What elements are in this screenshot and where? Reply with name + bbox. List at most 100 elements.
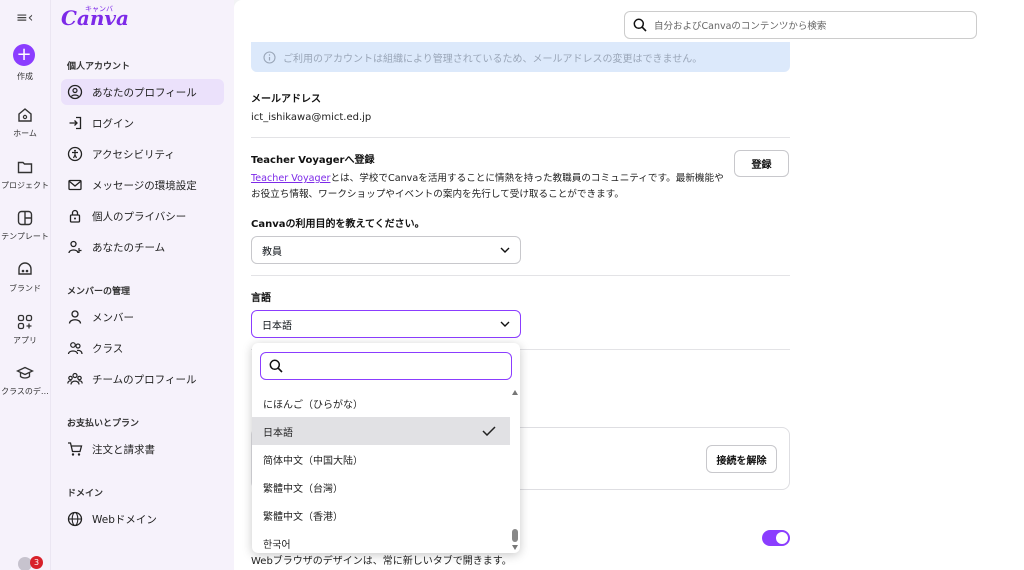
- search-icon: [633, 18, 647, 32]
- sidebar-item-classes[interactable]: クラス: [61, 335, 224, 361]
- email-value: ict_ishikawa@mict.ed.jp: [251, 112, 372, 123]
- canva-logo-kana: キャンバ: [85, 5, 113, 13]
- rail-item-projects[interactable]: プロジェクト: [0, 158, 50, 191]
- chevron-down-icon: [500, 321, 510, 327]
- purpose-value: 教員: [262, 246, 282, 258]
- scroll-up-arrow-icon[interactable]: [512, 390, 518, 395]
- sidebar-item-label: 個人のプライバシー: [92, 210, 187, 223]
- purpose-select[interactable]: 教員: [251, 236, 521, 264]
- icon-rail: ≡‹ + 作成 ホーム プロジェクト テンプレート ブランド アプリ クラスのデ…: [0, 0, 50, 570]
- language-option[interactable]: 繁體中文（香港）: [252, 501, 510, 529]
- language-select[interactable]: 日本語: [251, 310, 521, 338]
- collapse-menu-icon[interactable]: ≡‹: [16, 10, 33, 26]
- option-label: 简体中文（中国大陆）: [263, 455, 363, 467]
- rail-item-templates[interactable]: テンプレート: [0, 209, 50, 242]
- sidebar-item-label: 注文と請求書: [92, 443, 155, 456]
- language-option[interactable]: 繁體中文（台灣）: [252, 473, 510, 501]
- rail-item-home[interactable]: ホーム: [0, 106, 50, 139]
- class-icon: [16, 366, 34, 379]
- rail-item-brand[interactable]: ブランド: [0, 261, 50, 294]
- top-bar: 自分およびCanvaのコンテンツから検索: [234, 0, 1024, 46]
- rail-item-class[interactable]: クラスのデ…: [0, 364, 50, 397]
- sidebar-item-login[interactable]: ログイン: [61, 110, 224, 136]
- section-members: メンバーの管理: [67, 287, 131, 297]
- create-label[interactable]: 作成: [0, 71, 50, 82]
- sidebar-item-label: メッセージの環境設定: [92, 179, 197, 192]
- team-user-icon: [68, 240, 82, 254]
- option-label: 繁體中文（香港）: [263, 511, 343, 523]
- brand-icon: [18, 262, 32, 275]
- option-label: 日本語: [263, 427, 293, 439]
- template-icon: [17, 210, 33, 226]
- search-input[interactable]: 自分およびCanvaのコンテンツから検索: [624, 11, 977, 39]
- user-circle-icon: [67, 84, 83, 100]
- sidebar-item-team[interactable]: あなたのチーム: [61, 234, 224, 260]
- info-icon: [263, 50, 276, 64]
- sidebar-item-privacy[interactable]: 個人のプライバシー: [61, 203, 224, 229]
- login-icon: [69, 116, 82, 130]
- teacher-voyager-label: Teacher Voyagerへ登録: [251, 155, 375, 166]
- envelope-icon: [68, 179, 82, 191]
- new-tab-toggle[interactable]: [762, 530, 790, 546]
- cart-icon: [68, 442, 83, 456]
- sidebar-item-label: Webドメイン: [92, 513, 157, 526]
- email-notice: ご利用のアカウントは組織により管理されているため、メールアドレスの変更はできませ…: [251, 42, 790, 72]
- chevron-down-icon: [500, 247, 510, 253]
- language-label: 言語: [251, 293, 271, 304]
- rail-label-home: ホーム: [13, 129, 37, 138]
- language-option[interactable]: にほんご（ひらがな）: [252, 389, 510, 417]
- sidebar-item-profile[interactable]: あなたのプロフィール: [61, 79, 224, 105]
- section-billing: お支払いとプラン: [67, 419, 140, 429]
- folder-icon: [17, 161, 33, 174]
- language-options: にほんご（ひらがな） 日本語 简体中文（中国大陆） 繁體中文（台灣） 繁體中文（…: [252, 389, 510, 553]
- register-button[interactable]: 登録: [734, 150, 789, 177]
- disconnect-button[interactable]: 接続を解除: [706, 445, 777, 473]
- search-icon: [269, 359, 283, 373]
- search-placeholder: 自分およびCanvaのコンテンツから検索: [654, 21, 827, 32]
- lock-icon: [69, 209, 81, 223]
- language-option[interactable]: 한국어: [252, 529, 510, 553]
- divider: [251, 275, 790, 276]
- notice-text: ご利用のアカウントは組織により管理されているため、メールアドレスの変更はできませ…: [283, 53, 703, 65]
- sidebar-item-label: あなたのチーム: [92, 241, 166, 254]
- rail-label-brand: ブランド: [9, 284, 41, 293]
- dropdown-scrollbar[interactable]: [511, 389, 519, 553]
- settings-sidebar: Canva キャンバ 個人アカウント あなたのプロフィール ログイン アクセシビ…: [50, 0, 234, 570]
- language-value: 日本語: [262, 320, 292, 332]
- teacher-voyager-description: Teacher Voyagerとは、学校でCanvaを活用することに情熱を持った…: [251, 171, 729, 203]
- sidebar-item-label: クラス: [92, 342, 124, 355]
- sidebar-item-accessibility[interactable]: アクセシビリティ: [61, 141, 224, 167]
- sidebar-item-orders[interactable]: 注文と請求書: [61, 436, 224, 462]
- accessibility-icon: [67, 146, 83, 162]
- scroll-thumb[interactable]: [512, 529, 518, 542]
- rail-label-templates: テンプレート: [1, 232, 49, 241]
- scroll-down-arrow-icon[interactable]: [512, 545, 518, 550]
- language-search-input[interactable]: [260, 352, 512, 380]
- purpose-label: Canvaの利用目的を教えてください。: [251, 219, 425, 230]
- section-domain: ドメイン: [67, 489, 104, 499]
- sidebar-item-label: チームのプロフィール: [92, 373, 197, 386]
- sidebar-item-label: メンバー: [92, 311, 134, 324]
- language-option[interactable]: 简体中文（中国大陆）: [252, 445, 510, 473]
- rail-label-class: クラスのデ…: [1, 387, 49, 396]
- person-icon: [68, 310, 82, 324]
- rail-item-apps[interactable]: アプリ: [0, 313, 50, 346]
- sidebar-item-label: ログイン: [92, 117, 134, 130]
- option-label: にほんご（ひらがな）: [263, 399, 363, 411]
- sidebar-item-message-settings[interactable]: メッセージの環境設定: [61, 172, 224, 198]
- rail-label-projects: プロジェクト: [1, 181, 49, 190]
- divider: [251, 137, 790, 138]
- sidebar-item-web-domain[interactable]: Webドメイン: [61, 506, 224, 532]
- language-dropdown: にほんご（ひらがな） 日本語 简体中文（中国大陆） 繁體中文（台灣） 繁體中文（…: [252, 343, 520, 553]
- teacher-voyager-link[interactable]: Teacher Voyager: [251, 173, 330, 184]
- browser-tab-text: Webブラウザのデザインは、常に新しいタブで開きます。: [251, 556, 512, 567]
- notification-badge: 3: [30, 556, 43, 569]
- team-profile-icon: [67, 372, 83, 385]
- sidebar-item-members[interactable]: メンバー: [61, 304, 224, 330]
- email-label: メールアドレス: [251, 94, 321, 105]
- language-option-selected[interactable]: 日本語: [252, 417, 510, 445]
- home-icon: [18, 108, 32, 122]
- create-plus-icon[interactable]: +: [13, 44, 35, 66]
- option-label: 繁體中文（台灣）: [263, 483, 343, 495]
- sidebar-item-team-profile[interactable]: チームのプロフィール: [61, 366, 224, 392]
